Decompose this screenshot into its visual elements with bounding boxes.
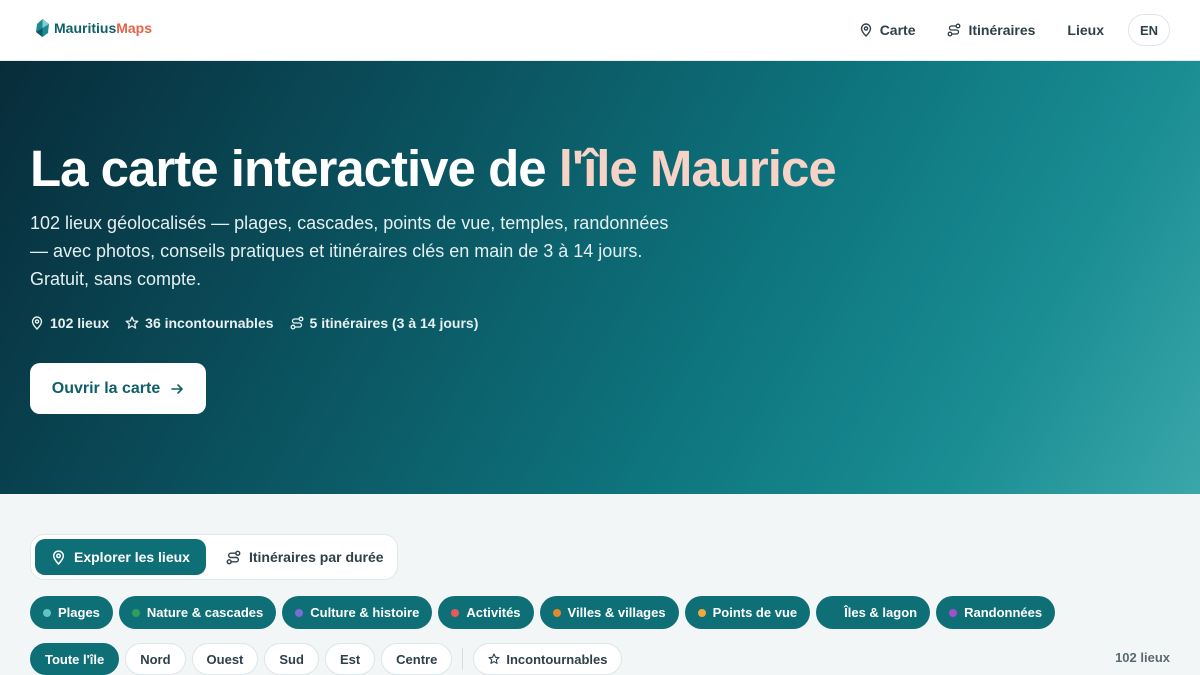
star-icon [488,653,500,664]
category-label: Îles & lagon [844,605,918,620]
category-label: Activités [466,605,521,620]
route-icon [290,316,303,330]
tab-label: Explorer les lieux [74,549,190,565]
category-chip-randonnees[interactable]: Randonnées [936,596,1056,629]
star-icon [125,316,139,329]
stat-places: 102 lieux [30,315,109,331]
open-map-button[interactable]: Ouvrir la carte [30,363,206,414]
region-chip-ouest[interactable]: Ouest [191,643,259,675]
category-dot [295,608,304,617]
map-pin-icon [52,549,65,565]
category-label: Nature & cascades [146,605,264,620]
results-count: 102 lieux [1115,650,1170,665]
region-chip-centre[interactable]: Centre [381,643,453,675]
stat-itineraries: 5 itinéraires (3 à 14 jours) [290,315,479,331]
region-filters: Toute l'île Nord Ouest Sud Est Centre In… [30,643,623,675]
category-chip-nature[interactable]: Nature & cascades [118,596,277,629]
stat-label: 36 incontournables [145,315,274,331]
logo-mark-icon [36,19,49,37]
brand-name-part1: Mauritius [54,20,117,36]
region-chip-sud[interactable]: Sud [264,643,319,675]
hero-title: La carte interactive de l'île Maurice [30,139,837,198]
hero-stats: 102 lieux 36 incontournables 5 itinérair… [30,315,478,331]
category-filters: Plages Nature & cascades Culture & histo… [30,596,1056,629]
brand-name-part2: Maps [116,20,153,36]
category-dot [697,608,706,617]
stat-label: 5 itinéraires (3 à 14 jours) [309,315,479,331]
open-map-button-label: Ouvrir la carte [51,379,161,397]
category-chip-points-de-vue[interactable]: Points de vue [684,596,811,629]
category-label: Villes & villages [567,605,666,620]
tab-explore-places[interactable]: Explorer les lieux [35,539,206,575]
stat-must-see: 36 incontournables [125,315,274,331]
category-dot [43,608,51,617]
tab-label: Itinéraires par durée [248,549,384,565]
category-dot [131,608,140,617]
stat-label: 102 lieux [50,315,110,331]
nav-item-label: Itinéraires [968,22,1036,38]
category-label: Plages [58,605,100,620]
category-label: Culture & histoire [310,605,420,620]
nav-item-lieux[interactable]: Lieux [1067,14,1104,46]
tab-itineraries-by-duration[interactable]: Itinéraires par durée [210,539,400,575]
category-chip-plages[interactable]: Plages [30,596,113,629]
category-chip-iles-lagon[interactable]: Îles & lagon [816,596,931,629]
filter-divider [462,648,464,670]
nav-item-itineraires[interactable]: Itinéraires [947,14,1035,46]
map-pin-icon [860,23,871,37]
category-chip-culture[interactable]: Culture & histoire [282,596,433,629]
route-icon [226,550,241,564]
map-pin-icon [31,316,43,330]
category-chip-villes[interactable]: Villes & villages [539,596,679,629]
category-chip-activites[interactable]: Activités [438,596,534,629]
arrow-right-icon [171,383,184,394]
category-label: Points de vue [712,605,798,620]
nav-item-label: Lieux [1067,22,1104,38]
hero-title-accent: l'île Maurice [558,140,837,197]
main-nav: Carte Itinéraires Lieux EN [827,14,1170,46]
top-navbar: Mauritius Maps Carte Itinéraires Lieux EN [0,0,1200,61]
language-toggle-button[interactable]: EN [1128,14,1170,46]
mode-tabs: Explorer les lieux Itinéraires par durée [30,534,398,580]
region-chip-all[interactable]: Toute l'île [30,643,120,675]
nav-item-label: Carte [879,22,916,38]
region-chip-nord[interactable]: Nord [125,643,186,675]
region-chip-est[interactable]: Est [324,643,376,675]
category-dot [451,608,460,617]
hero-subtitle: 102 lieux géolocalisés — plages, cascade… [30,213,669,289]
route-icon [948,23,961,37]
category-dot [829,608,838,617]
category-dot [949,608,958,617]
must-see-label: Incontournables [506,651,608,667]
nav-item-carte[interactable]: Carte [859,14,916,46]
category-dot [552,608,561,617]
must-see-toggle[interactable]: Incontournables [473,643,623,675]
brand-logo[interactable]: Mauritius Maps [35,19,152,37]
category-label: Randonnées [964,605,1043,620]
hero-title-main: La carte interactive de [30,140,559,197]
hero-section: La carte interactive de l'île Maurice 10… [0,61,1200,494]
